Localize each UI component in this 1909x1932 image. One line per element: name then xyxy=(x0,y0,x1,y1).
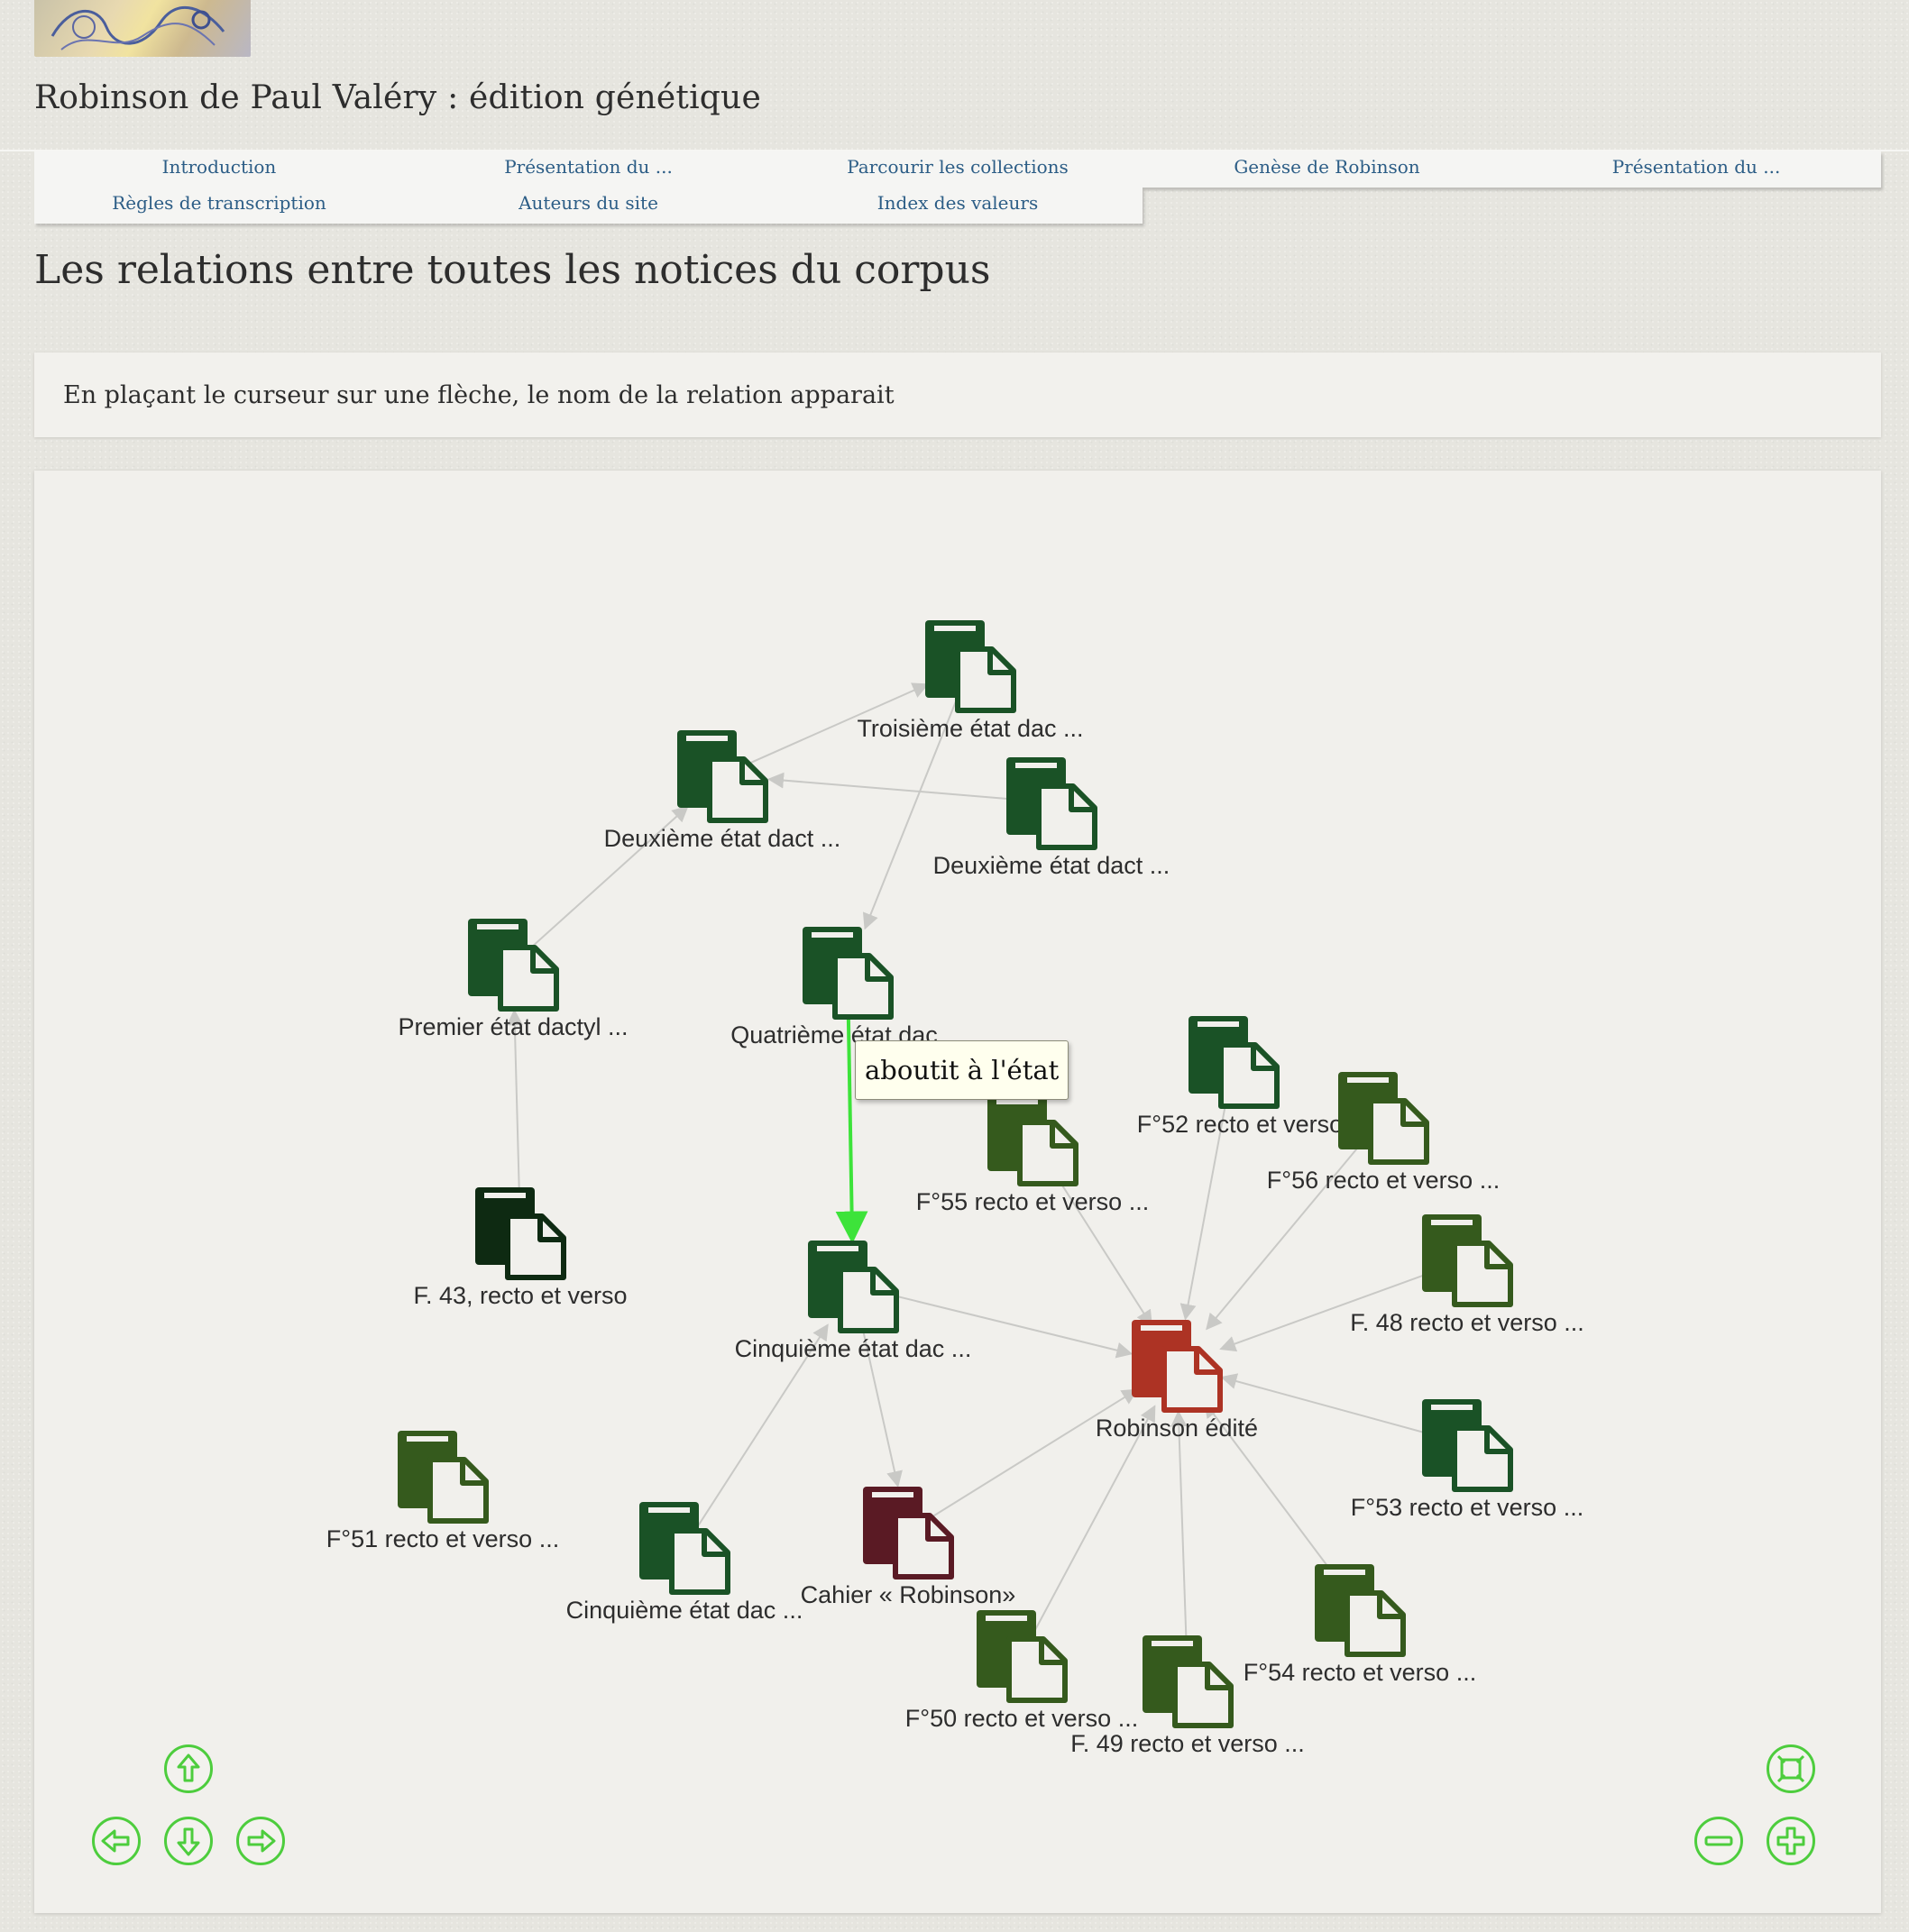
pan-up-button[interactable] xyxy=(164,1744,213,1793)
document-icon[interactable] xyxy=(1422,1399,1513,1492)
network-graph[interactable]: Troisième état dac ... Deuxième état dact… xyxy=(34,471,1881,1913)
graph-canvas[interactable]: Troisième état dac ... Deuxième état dact… xyxy=(34,471,1881,1913)
document-icon[interactable] xyxy=(475,1187,566,1280)
document-icon[interactable] xyxy=(677,730,768,823)
graph-node-f55[interactable]: F°55 recto et verso ... xyxy=(916,1094,1149,1215)
hint-panel: En plaçant le curseur sur une flèche, le… xyxy=(34,353,1881,437)
document-icon[interactable] xyxy=(1422,1214,1513,1307)
main-menu-row-1: Introduction Présentation du ... Parcour… xyxy=(34,151,1881,188)
document-icon[interactable] xyxy=(925,620,1016,713)
graph-node-premier[interactable]: Premier état dactyl ... xyxy=(398,919,629,1040)
pan-left-button[interactable] xyxy=(92,1817,141,1865)
edge-quatrieme-to-cinquieme1[interactable] xyxy=(835,980,868,1244)
graph-node-deuxieme1[interactable]: Deuxième état dact ... xyxy=(604,730,841,852)
document-icon[interactable] xyxy=(1189,1016,1280,1109)
node-label: F°50 recto et verso ... xyxy=(905,1705,1138,1732)
edge-tooltip: aboutit à l'état xyxy=(855,1040,1069,1100)
menu-item-regles-transcription[interactable]: Règles de transcription xyxy=(34,192,404,214)
node-label: Cinquième état dac ... xyxy=(566,1597,803,1624)
graph-node-cinquieme2[interactable]: Cinquième état dac ... xyxy=(566,1502,803,1624)
document-icon[interactable] xyxy=(468,919,559,1012)
graph-node-f48[interactable]: F. 48 recto et verso ... xyxy=(1350,1214,1584,1336)
zoom-in-button[interactable] xyxy=(1767,1817,1815,1865)
node-label: F. 43, recto et verso xyxy=(413,1282,627,1309)
node-label: Robinson édité xyxy=(1096,1415,1258,1442)
node-label: Cahier « Robinson» xyxy=(801,1581,1016,1608)
graph-node-f50[interactable]: F°50 recto et verso ... xyxy=(905,1610,1138,1732)
document-icon[interactable] xyxy=(977,1610,1068,1703)
zoom-in-icon xyxy=(1776,1827,1805,1855)
zoom-out-button[interactable] xyxy=(1694,1817,1743,1865)
graph-node-f51[interactable]: F°51 recto et verso ... xyxy=(326,1431,559,1552)
node-label: F°52 recto et verso ... xyxy=(1137,1111,1370,1138)
hint-text: En plaçant le curseur sur une flèche, le… xyxy=(63,381,895,409)
node-label: Deuxième état dact ... xyxy=(933,852,1170,879)
node-label: Cinquième état dac ... xyxy=(735,1335,972,1362)
document-icon[interactable] xyxy=(1143,1635,1234,1728)
document-icon[interactable] xyxy=(1132,1320,1223,1413)
node-label: F°56 recto et verso ... xyxy=(1267,1167,1500,1194)
node-label: Premier état dactyl ... xyxy=(398,1013,628,1040)
node-label: Troisième état dac ... xyxy=(857,715,1083,742)
graph-node-deuxieme2[interactable]: Deuxième état dact ... xyxy=(933,757,1170,879)
arrow-right-icon xyxy=(247,1829,276,1853)
graph-node-troisieme[interactable]: Troisième état dac ... xyxy=(857,620,1084,742)
arrow-left-icon xyxy=(101,1829,130,1853)
graph-node-cinquieme1[interactable]: Cinquième état dac ... xyxy=(735,1241,972,1362)
fit-to-screen-button[interactable] xyxy=(1767,1744,1815,1793)
pan-down-button[interactable] xyxy=(164,1817,213,1865)
graph-node-f49[interactable]: F. 49 recto et verso ... xyxy=(1070,1635,1305,1757)
graph-node-f54[interactable]: F°54 recto et verso ... xyxy=(1244,1564,1476,1686)
fit-to-screen-icon xyxy=(1776,1754,1805,1783)
main-menu-row-2: Règles de transcription Auteurs du site … xyxy=(34,188,1143,224)
document-icon[interactable] xyxy=(808,1241,899,1333)
document-icon[interactable] xyxy=(1338,1072,1429,1165)
edge-f49-to-robinson[interactable] xyxy=(1170,1410,1189,1672)
node-label: F. 48 recto et verso ... xyxy=(1350,1309,1584,1336)
document-icon[interactable] xyxy=(1006,757,1097,850)
document-icon[interactable] xyxy=(987,1094,1078,1186)
graph-node-f43[interactable]: F. 43, recto et verso xyxy=(413,1187,628,1309)
node-label: F°54 recto et verso ... xyxy=(1244,1659,1476,1686)
edge-f56-to-robinson[interactable] xyxy=(1206,1123,1379,1331)
site-title[interactable]: Robinson de Paul Valéry : édition généti… xyxy=(34,79,761,116)
node-label: F°53 recto et verso ... xyxy=(1351,1494,1583,1521)
menu-item-genese-robinson[interactable]: Genèse de Robinson xyxy=(1143,156,1511,178)
node-label: F°55 recto et verso ... xyxy=(916,1188,1149,1215)
edge-troisieme-to-quatrieme[interactable] xyxy=(862,673,968,930)
menu-item-introduction[interactable]: Introduction xyxy=(34,156,404,178)
document-icon[interactable] xyxy=(1315,1564,1406,1657)
graph-node-f53[interactable]: F°53 recto et verso ... xyxy=(1351,1399,1583,1521)
edge-cahier-to-robinson[interactable] xyxy=(914,1388,1139,1528)
edge-f50-to-robinson[interactable] xyxy=(1024,1405,1156,1648)
arrow-down-icon xyxy=(177,1827,200,1856)
document-icon[interactable] xyxy=(639,1502,730,1595)
document-icon[interactable] xyxy=(398,1431,489,1524)
menu-item-index-valeurs[interactable]: Index des valeurs xyxy=(773,192,1143,214)
document-icon[interactable] xyxy=(863,1487,954,1579)
graph-node-cahier[interactable]: Cahier « Robinson» xyxy=(801,1487,1016,1608)
menu-item-presentation-1[interactable]: Présentation du ... xyxy=(404,156,773,178)
node-label: F°51 recto et verso ... xyxy=(326,1525,559,1552)
graph-node-quatrieme[interactable]: Quatrième état dac ... xyxy=(730,927,965,1048)
zoom-out-icon xyxy=(1704,1836,1733,1846)
site-logo[interactable] xyxy=(34,0,251,57)
menu-item-parcourir-collections[interactable]: Parcourir les collections xyxy=(773,156,1143,178)
pan-right-button[interactable] xyxy=(236,1817,285,1865)
page-title: Les relations entre toutes les notices d… xyxy=(34,247,991,293)
nodes-layer: Troisième état dac ... Deuxième état dact… xyxy=(326,620,1584,1757)
document-icon[interactable] xyxy=(803,927,894,1020)
graph-node-f52[interactable]: F°52 recto et verso ... xyxy=(1137,1016,1370,1138)
node-label: Deuxième état dact ... xyxy=(604,825,841,852)
menu-item-auteurs[interactable]: Auteurs du site xyxy=(404,192,773,214)
arrow-up-icon xyxy=(177,1753,200,1782)
edge-deuxieme2-to-deuxieme1[interactable] xyxy=(767,772,1043,803)
node-label: F. 49 recto et verso ... xyxy=(1070,1730,1305,1757)
menu-item-presentation-2[interactable]: Présentation du ... xyxy=(1511,156,1881,178)
